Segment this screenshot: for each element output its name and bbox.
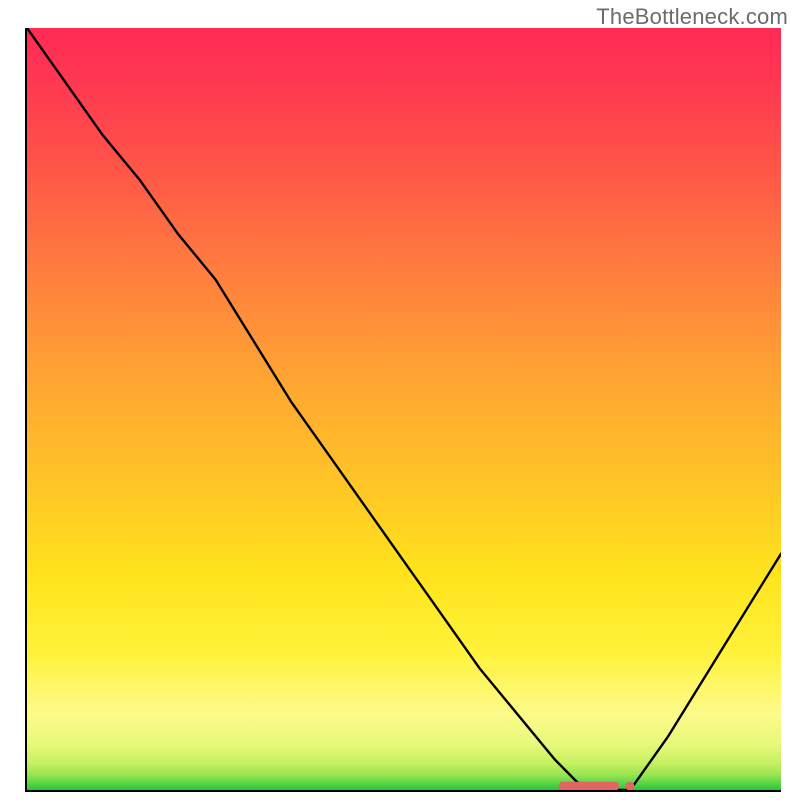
axis-x — [25, 790, 781, 792]
plot-svg — [27, 28, 781, 790]
plot-area — [27, 28, 781, 790]
watermark-text: TheBottleneck.com — [596, 4, 788, 30]
optimal-range-marker — [559, 782, 619, 790]
optimal-range-end-dot — [625, 782, 634, 790]
bottleneck-curve — [27, 28, 781, 790]
axis-y — [25, 28, 27, 792]
